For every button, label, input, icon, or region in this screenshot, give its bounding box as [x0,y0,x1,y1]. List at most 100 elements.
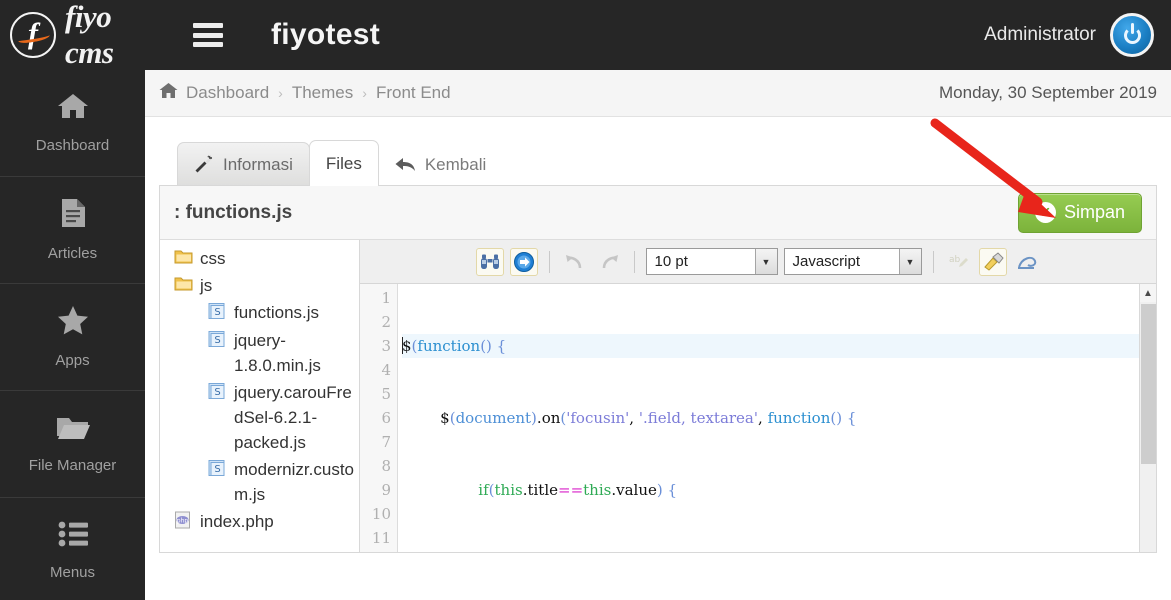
line-number: 4 [381,361,391,379]
svg-text:S: S [214,464,220,475]
tree-node-file[interactable]: php index.php [174,509,359,535]
abc-pencil-icon[interactable]: ab [945,248,973,276]
chevron-up-icon[interactable]: ▲ [1140,284,1156,302]
tab-label: Kembali [424,154,487,174]
list-icon [58,521,88,552]
blue-arrow-circle-icon[interactable] [509,247,538,276]
editor-toolbar: 10 pt ▼ Javascript ▼ ab [360,240,1156,284]
sidebar-item-file-manager[interactable]: File Manager [0,391,145,498]
hamburger-bar [193,32,223,38]
code-line: $(function() { [402,334,1156,358]
language-select[interactable]: Javascript ▼ [783,248,922,275]
power-glyph [1123,22,1141,44]
tree-node-folder[interactable]: css [174,246,359,271]
tree-node-label: jquery-1.8.0.min.js [234,331,321,375]
line-number: 10 [371,505,391,523]
breadcrumb-separator: › [278,85,283,101]
svg-text:S: S [214,335,220,346]
power-icon[interactable] [1110,13,1154,57]
current-date: Monday, 30 September 2019 [939,83,1157,102]
document-icon [60,198,86,233]
font-size-select[interactable]: 10 pt ▼ [645,248,778,275]
php-file-icon: php [174,511,193,535]
line-number: 7 [381,433,391,451]
page-body: Theme Manager Informasi Files [145,140,1171,553]
folder-icon [174,275,193,297]
sidebar-item-apps[interactable]: Apps [0,284,145,391]
scrollbar-thumb[interactable] [1141,304,1156,464]
sidebar-item-label: Apps [55,352,90,369]
tab-kembali[interactable]: Kembali [378,142,503,186]
save-button[interactable]: ✓ Simpan [1017,192,1142,233]
code-area[interactable]: 1 2 3 4 5 6 7 8 9 10 11 $(function() {$… [360,284,1156,552]
files-panel: : functions.js ✓ Simpan css js S functio… [159,185,1157,553]
hamburger-bar [193,23,223,28]
breadcrumb-item-dashboard[interactable]: Dashboard [186,83,269,103]
line-number: 3 [381,337,391,355]
tree-node-label: index.php [200,512,274,531]
sidebar-item-label: Menus [49,564,96,581]
toolbar-divider [548,250,550,273]
breadcrumb: Dashboard › Themes › Front End [159,82,451,104]
tree-node-label: jquery.carouFredSel-6.2.1-packed.js [234,383,352,452]
line-number: 12 [360,550,391,552]
magic-wand-icon [194,154,214,175]
tree-node-file[interactable]: S modernizr.custom.js [174,457,359,507]
js-file-icon: S [208,459,227,483]
tree-node-file[interactable]: S jquery-1.8.0.min.js [174,328,359,378]
sidebar-item-label: Articles [47,245,98,262]
code-text[interactable]: $(function() { $(document).on('focusin',… [398,284,1156,552]
js-file-icon: S [208,382,227,406]
hamburger-bar [193,42,223,47]
back-arrow-icon [395,156,416,173]
paintbrush-icon[interactable] [978,247,1007,276]
sidebar-item-dashboard[interactable]: Dashboard [0,70,145,177]
brand-logo-area[interactable]: f fiyo cms [10,0,145,71]
undo-icon[interactable] [561,248,589,276]
code-editor: 10 pt ▼ Javascript ▼ ab 1 2 3 4 5 6 7 8 … [360,240,1156,552]
home-icon [57,92,89,125]
panel-body: css js S functions.js S jquery-1.8.0.min… [160,240,1156,552]
check-circle-icon: ✓ [1034,202,1056,223]
fiyo-logo-icon: f [10,12,56,58]
site-title: fiyotest [271,18,381,51]
tree-node-label: functions.js [234,303,320,322]
chevron-down-icon: ▼ [754,249,777,274]
panel-header: : functions.js ✓ Simpan [160,186,1156,240]
redo-icon[interactable] [595,248,623,276]
editor-scrollbar[interactable]: ▲ [1139,284,1156,552]
admin-label: Administrator [984,24,1096,45]
sidebar-item-menus[interactable]: Menus [0,498,145,600]
chevron-down-icon: ▼ [898,249,921,274]
js-file-icon: S [208,302,227,326]
sidebar-item-articles[interactable]: Articles [0,177,145,284]
line-number: 11 [371,529,391,547]
tree-node-file[interactable]: S jquery.carouFredSel-6.2.1-packed.js [174,380,359,455]
folder-icon [174,248,193,270]
toolbar-divider [633,250,635,273]
tree-node-folder[interactable]: js [174,273,359,298]
font-size-value: 10 pt [654,253,688,270]
hamburger-icon[interactable] [193,23,223,47]
theme-manager-page: f fiyo cms fiyotest Administrator Dashbo… [0,0,1171,600]
code-line: $(document).on('focusin', '.field, texta… [440,409,857,427]
svg-text:ab: ab [949,255,961,265]
home-icon [159,82,178,104]
line-number: 1 [381,289,391,307]
eraser-icon[interactable] [1013,248,1041,276]
binoculars-icon[interactable] [475,247,504,276]
toolbar-divider [932,250,934,273]
tab-files[interactable]: Files [308,140,379,186]
tab-informasi[interactable]: Informasi [177,142,310,186]
current-file-title: : functions.js [174,201,293,223]
code-line: if(this.title==this.value) { [478,481,678,499]
brand-name: fiyo cms [65,0,114,70]
breadcrumb-item-themes[interactable]: Themes [292,83,353,103]
js-file-icon: S [208,330,227,354]
breadcrumb-item-front-end[interactable]: Front End [376,83,451,103]
sidebar-item-label: Dashboard [35,137,110,154]
svg-text:S: S [214,387,220,398]
star-icon [57,305,89,340]
line-number: 8 [381,457,391,475]
tree-node-file[interactable]: S functions.js [174,300,359,326]
